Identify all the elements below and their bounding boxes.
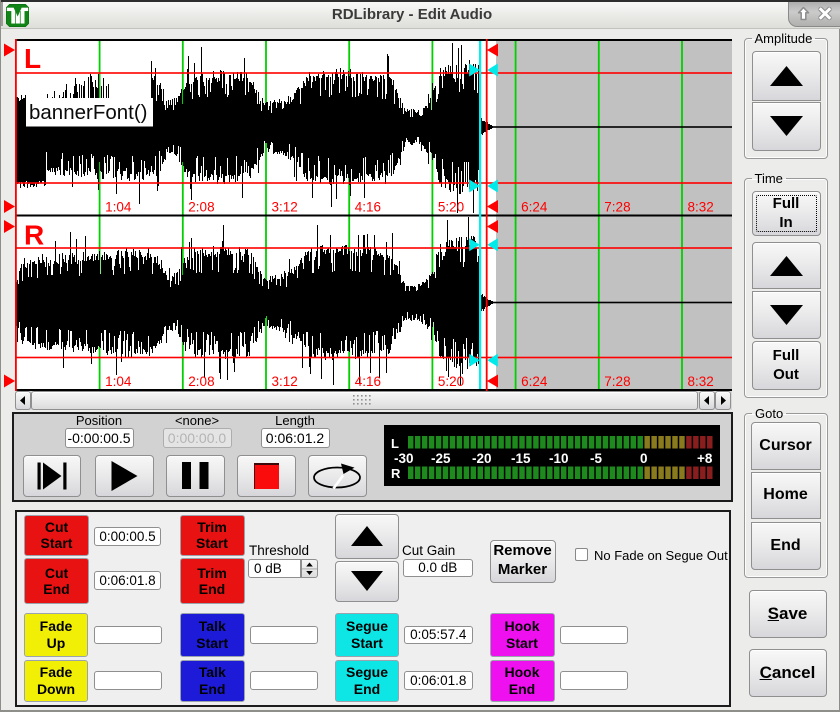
svg-text:1:04: 1:04 [105, 200, 132, 215]
svg-text:8:32: 8:32 [688, 374, 714, 389]
svg-text:7:28: 7:28 [604, 374, 630, 389]
svg-text:bannerFont(): bannerFont() [29, 101, 148, 124]
svg-text:6:24: 6:24 [521, 200, 548, 215]
svg-text:3:12: 3:12 [272, 374, 298, 389]
svg-text:L: L [24, 43, 41, 74]
svg-text:R: R [24, 220, 44, 251]
svg-text:6:24: 6:24 [521, 374, 548, 389]
svg-text:4:16: 4:16 [355, 374, 381, 389]
svg-text:7:28: 7:28 [604, 200, 630, 215]
svg-text:1:04: 1:04 [105, 374, 132, 389]
svg-text:5:20: 5:20 [438, 200, 464, 215]
svg-text:8:32: 8:32 [688, 200, 714, 215]
svg-text:3:12: 3:12 [272, 200, 298, 215]
svg-text:4:16: 4:16 [355, 200, 381, 215]
svg-text:2:08: 2:08 [188, 374, 214, 389]
svg-text:5:20: 5:20 [438, 374, 464, 389]
svg-text:2:08: 2:08 [188, 200, 214, 215]
